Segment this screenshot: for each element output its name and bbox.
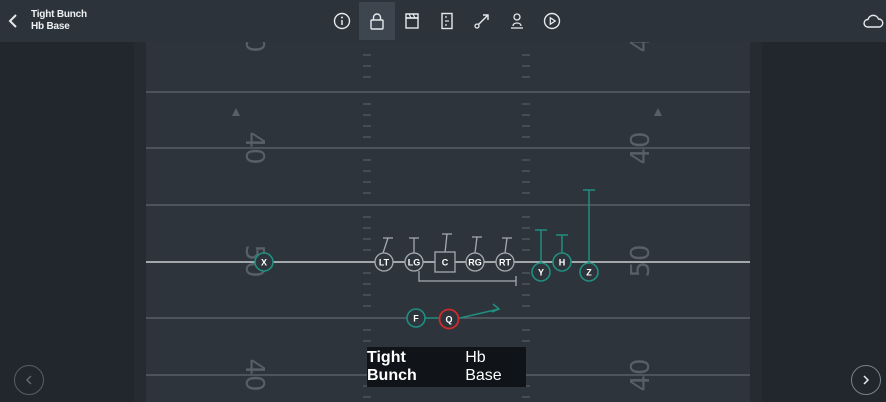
banner-play: Hb Base (465, 349, 502, 384)
chevron-left-icon (8, 14, 17, 28)
yard-number-lower-left: 40 (239, 358, 269, 391)
cloud-icon (863, 14, 884, 28)
yard-number-lower-right: 40 (626, 358, 656, 391)
player-z-label: Z (586, 268, 592, 278)
yard-number-top-partial-left: 40 (239, 42, 269, 53)
top-toolbar: Tight Bunch Hb Base (0, 0, 886, 42)
player-h[interactable]: H (552, 252, 572, 272)
player-h-label: H (559, 258, 566, 268)
player-z[interactable]: Z (579, 262, 599, 282)
player-y[interactable]: Y (531, 262, 551, 282)
banner-formation: Tight Bunch (367, 349, 417, 384)
player-lt-label: LT (379, 258, 390, 268)
info-button[interactable] (324, 2, 360, 40)
play-name-banner: Tight Bunch Hb Base (367, 347, 526, 387)
play-title: Tight Bunch Hb Base (31, 9, 87, 33)
yard-number-middle-right: 50 (626, 244, 656, 277)
cloud-sync-button[interactable] (862, 11, 884, 31)
play-name: Hb Base (31, 21, 70, 32)
clapperboard-icon (405, 13, 419, 29)
player-rg-label: RG (468, 258, 482, 268)
player-rg[interactable]: RG (465, 252, 485, 272)
formation-name: Tight Bunch (31, 9, 87, 20)
field-frame-button[interactable] (429, 2, 465, 40)
yard-number-upper-right: 40 (626, 131, 656, 164)
route-arrow-icon (474, 14, 489, 29)
left-sideline-strip (134, 42, 146, 402)
player-stance-icon (511, 13, 523, 29)
player-q-label: Q (445, 315, 452, 325)
next-play-button[interactable] (851, 365, 881, 395)
player-rt-label: RT (499, 258, 511, 268)
right-sideline-strip (750, 42, 762, 402)
chevron-left-icon (25, 375, 32, 385)
play-animation-button[interactable] (534, 2, 570, 40)
player-q[interactable]: Q (438, 308, 460, 330)
play-icon (543, 12, 561, 30)
previous-play-button[interactable] (14, 365, 44, 395)
player-f-label: F (413, 314, 419, 324)
player-rt[interactable]: RT (495, 252, 515, 272)
player-lg[interactable]: LG (404, 252, 424, 272)
clapperboard-button[interactable] (394, 2, 430, 40)
player-x[interactable]: X (254, 252, 274, 272)
player-lg-label: LG (408, 258, 421, 268)
field-frame-icon (441, 12, 453, 30)
info-icon (333, 12, 351, 30)
lock-button[interactable] (359, 2, 395, 40)
lock-icon (370, 13, 384, 30)
yard-number-top-partial-right: 40 (626, 42, 656, 53)
player-y-label: Y (538, 268, 544, 278)
route-button[interactable] (464, 2, 500, 40)
player-lt[interactable]: LT (374, 252, 394, 272)
back-button[interactable] (8, 10, 24, 32)
chevron-right-icon (863, 375, 870, 385)
player-f[interactable]: F (406, 308, 426, 328)
player-c-label: C (442, 258, 449, 268)
player-c[interactable]: C (434, 251, 456, 273)
player-stance-button[interactable] (499, 2, 535, 40)
yard-number-upper-left: 40 (239, 131, 269, 164)
player-x-label: X (261, 258, 267, 268)
